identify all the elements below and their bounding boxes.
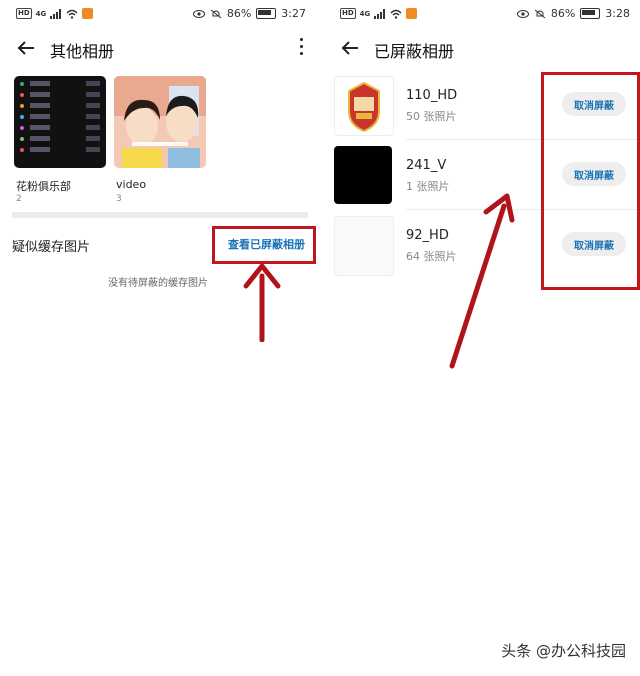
album-thumbnail — [334, 76, 394, 136]
more-vert-icon[interactable] — [300, 38, 304, 58]
badge-thumbnail-image — [335, 77, 393, 135]
album-count: 2 — [16, 194, 22, 204]
wifi-icon — [66, 9, 78, 19]
signal-icon — [374, 8, 386, 19]
battery-icon — [256, 8, 277, 19]
mute-icon — [210, 9, 222, 18]
album-thumbnail — [334, 216, 394, 276]
back-arrow-icon[interactable] — [14, 36, 38, 60]
annotation-highlight-box — [541, 72, 640, 290]
app-notification-icon — [406, 8, 418, 19]
app-bar: 已屏蔽相册 — [324, 28, 640, 70]
battery-icon — [580, 8, 601, 19]
eye-icon — [192, 9, 205, 18]
clock: 3:27 — [281, 7, 306, 20]
album-name: 241_V — [406, 158, 447, 173]
app-notification-icon — [82, 8, 94, 19]
wifi-icon — [390, 9, 402, 19]
album-thumbnail — [334, 146, 392, 204]
album-name: video — [116, 178, 147, 191]
annotation-diagonal-arrow — [449, 193, 515, 369]
album-thumbnail — [114, 76, 206, 168]
page-title: 已屏蔽相册 — [374, 42, 455, 61]
back-arrow-icon[interactable] — [338, 36, 362, 60]
album-thumbnail — [14, 76, 106, 168]
network-hd-badge: HD — [16, 8, 32, 19]
clock: 3:28 — [605, 7, 630, 20]
status-bar: HD 4G 86% 3:28 — [324, 0, 640, 28]
signal-label: 4G — [35, 9, 47, 18]
annotation-highlight-box — [212, 226, 316, 264]
watermark-text: 头条 @办公科技园 — [501, 642, 626, 660]
section-title: 疑似缓存图片 — [12, 240, 91, 255]
annotation-up-arrow — [243, 263, 281, 342]
app-bar: 其他相册 — [0, 28, 316, 70]
eye-icon — [516, 9, 529, 18]
album-name: 110_HD — [406, 88, 458, 103]
network-hd-badge: HD — [340, 8, 356, 19]
album-card-huafen[interactable]: 花粉俱乐部 2 — [14, 76, 106, 204]
album-name: 花粉俱乐部 — [16, 180, 71, 193]
album-count: 50 张照片 — [406, 110, 457, 123]
hidden-albums-screen: HD 4G 86% 3:28 已屏蔽相册 110_HD 50 张照片 取消屏蔽 … — [324, 0, 640, 676]
page-title: 其他相册 — [50, 42, 115, 61]
album-count: 3 — [116, 194, 122, 204]
status-bar: HD 4G 86% 3:27 — [0, 0, 316, 28]
cartoon-thumbnail-image — [114, 76, 206, 168]
signal-icon — [50, 8, 62, 19]
mute-icon — [534, 9, 546, 18]
battery-percent: 86% — [226, 7, 252, 20]
signal-label: 4G — [359, 9, 371, 18]
battery-percent: 86% — [550, 7, 576, 20]
other-albums-screen: HD 4G 86% 3:27 其他相册 花粉俱乐部 2 video 3 疑似缓存… — [0, 0, 316, 676]
section-divider — [12, 212, 308, 218]
album-card-video[interactable]: video 3 — [114, 76, 206, 204]
